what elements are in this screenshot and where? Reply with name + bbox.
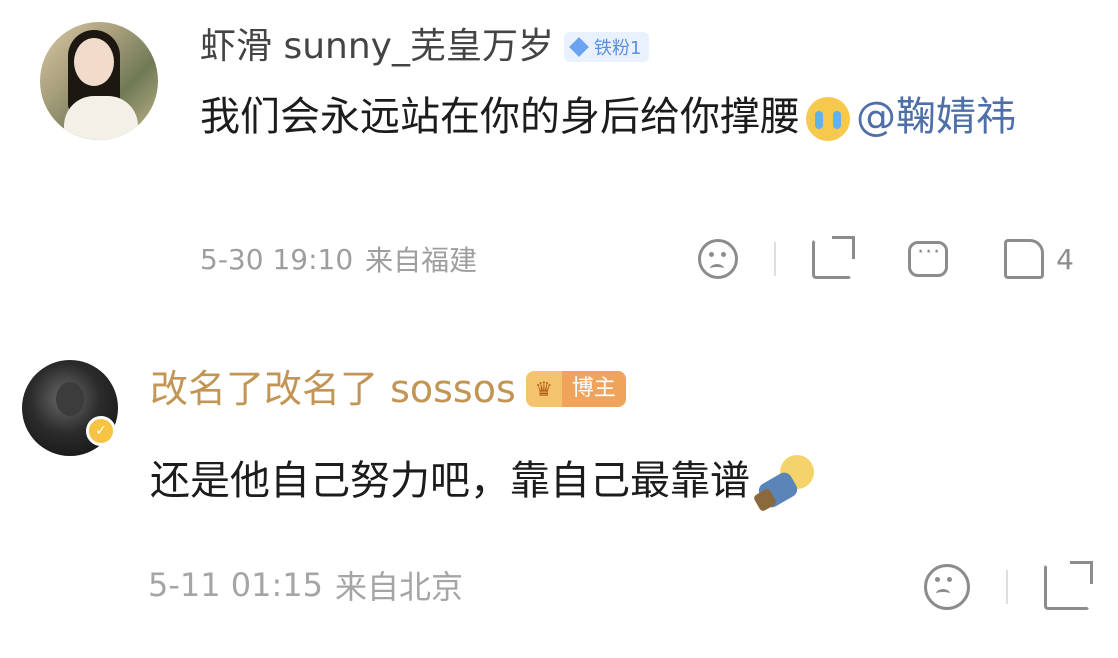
username[interactable]: 虾滑 sunny_芜皇万岁 [200, 24, 554, 70]
crown-icon: ♛ [525, 371, 562, 407]
divider [1006, 570, 1008, 604]
verified-icon: ✓ [86, 416, 116, 446]
location: 来自福建 [365, 244, 478, 277]
comment-body: 还是他自己努力吧，靠自己最靠谱 [150, 458, 750, 504]
comment-item: 虾滑 sunny_芜皇万岁 铁粉1 我们会永远站在你的身后给你撑腰 @鞠婧祎 5-… [0, 0, 1118, 320]
fan-badge[interactable]: 铁粉1 [563, 32, 650, 62]
timestamp: 5-30 19:10 [200, 242, 354, 276]
diamond-icon [569, 37, 589, 57]
host-badge[interactable]: ♛ 博主 [525, 371, 626, 407]
comment-meta: 5-11 01:15 来自北京 [148, 560, 463, 610]
share-icon[interactable] [812, 236, 856, 279]
timestamp: 5-11 01:15 [148, 566, 324, 604]
fan-badge-label: 铁粉1 [593, 38, 642, 59]
comment-item: ✓ 改名了改名了 sossos ♛ 博主 还是他自己努力吧，靠自己最靠谱 5-1… [0, 320, 1118, 658]
like-count: 4 [1056, 242, 1074, 276]
comment-body: 我们会永远站在你的身后给你撑腰 [200, 94, 800, 140]
avatar[interactable] [40, 22, 158, 140]
comment-actions [924, 561, 1093, 612]
share-icon[interactable] [1044, 561, 1093, 610]
lightbulb-emoji-icon [752, 455, 816, 513]
frown-face-icon[interactable] [698, 239, 739, 279]
crying-face-emoji-icon [806, 97, 850, 141]
thumbs-up-icon[interactable] [1004, 239, 1045, 279]
comment-header: 改名了改名了 sossos ♛ 博主 [150, 364, 626, 414]
frown-face-icon[interactable] [924, 564, 970, 610]
host-badge-label: 博主 [561, 371, 626, 407]
username[interactable]: 改名了改名了 sossos [150, 366, 516, 412]
comment-text: 还是他自己努力吧，靠自己最靠谱 [150, 450, 1090, 513]
comment-icon[interactable] [908, 240, 949, 277]
location: 来自北京 [335, 568, 464, 606]
comment-header: 虾滑 sunny_芜皇万岁 铁粉1 [200, 24, 650, 70]
mention-link[interactable]: @鞠婧祎 [856, 94, 1016, 140]
comment-actions: 4 [698, 236, 1074, 282]
comment-meta: 5-30 19:10 来自福建 [200, 236, 477, 282]
divider [774, 242, 777, 276]
comment-text: 我们会永远站在你的身后给你撑腰 @鞠婧祎 [200, 86, 1040, 148]
